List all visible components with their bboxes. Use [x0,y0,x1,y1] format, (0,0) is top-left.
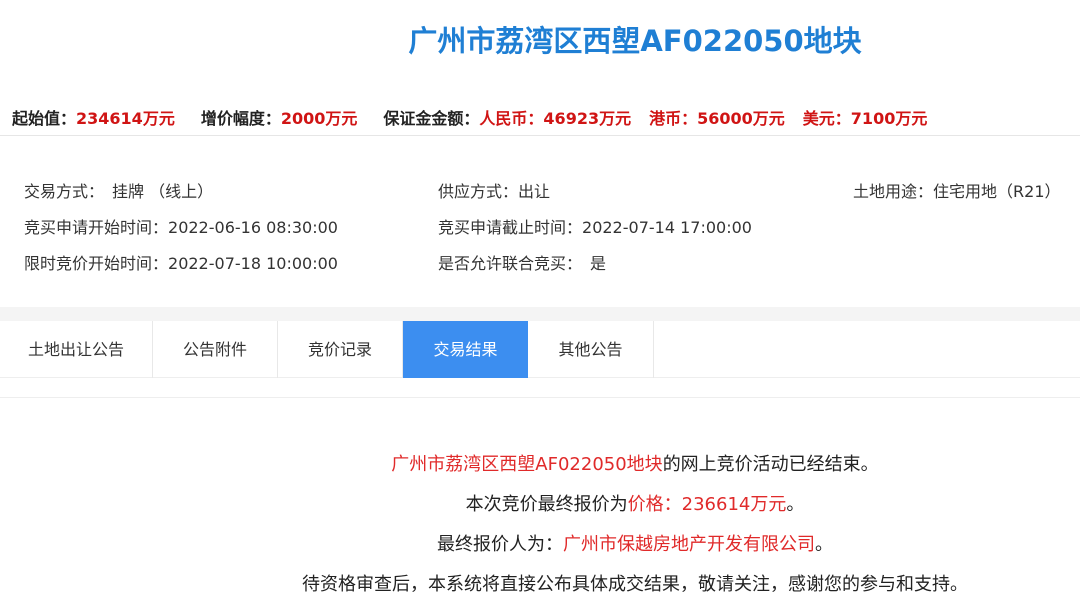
divider [0,397,1080,398]
trade-mode-value: 挂牌 （线上） [112,182,214,201]
supply-mode-label: 供应方式： [438,182,519,201]
price-summary-bar: 起始值： 234614万元 增价幅度： 2000万元 保证金金额： 人民币： 4… [12,104,1080,130]
deposit-usd-value: 7100万元 [850,109,928,128]
result-message: 广州市荔湾区西塱AF022050地块的网上竞价活动已经结束。 本次竞价最终报价为… [0,445,1080,605]
final-bidder: 广州市保越房地产开发有限公司 [563,534,815,555]
start-price: 起始值： 234614万元 [12,105,175,129]
apply-start: 竞买申请开始时间：2022-06-16 08:30:00 [24,216,338,240]
result-line-1-text: 的网上竞价活动已经结束。 [662,454,879,475]
tab-bar: 土地出让公告 公告附件 竞价记录 交易结果 其他公告 [0,321,1080,378]
final-price: 价格：236614万元 [627,494,787,515]
trade-mode: 交易方式： 挂牌 （线上） [24,180,213,204]
deposit-hkd: 港币： 56000万元 [649,105,785,129]
result-line-3: 最终报价人为：广州市保越房地产开发有限公司。 [0,525,1080,565]
increment: 增价幅度： 2000万元 [201,105,358,129]
deposit-rmb: 人民币： 46923万元 [479,105,631,129]
supply-mode: 供应方式：出让 [438,180,550,204]
result-line-4: 待资格审查后，本系统将直接公布具体成交结果，敬请关注，感谢您的参与和支持。 [302,574,968,595]
land-use-label: 土地用途： [853,182,934,201]
deposit-label: 保证金金额： [383,109,480,128]
apply-start-value: 2022-06-16 08:30:00 [168,218,338,237]
section-separator [0,307,1080,321]
land-use-value: 住宅用地（R21） [933,182,1061,201]
apply-end: 竞买申请截止时间：2022-07-14 17:00:00 [438,216,752,240]
joint-bid: 是否允许联合竞买： 是 [438,252,606,276]
deposit-hkd-label: 港币： [649,109,698,128]
bid-start-label: 限时竞价开始时间： [24,254,169,273]
deposit-hkd-value: 56000万元 [697,109,785,128]
apply-end-label: 竞买申请截止时间： [438,218,583,237]
tab-other-announcements[interactable]: 其他公告 [528,321,654,378]
supply-mode-value: 出让 [518,182,551,201]
bid-start: 限时竞价开始时间：2022-07-18 10:00:00 [24,252,338,276]
tab-trade-result[interactable]: 交易结果 [403,321,528,378]
joint-bid-value: 是 [590,254,607,273]
joint-bid-label: 是否允许联合竞买： [438,254,583,273]
tab-land-announcement[interactable]: 土地出让公告 [0,321,153,378]
apply-start-label: 竞买申请开始时间： [24,218,169,237]
tab-bid-records[interactable]: 竞价记录 [278,321,403,378]
page-title: 广州市荔湾区西塱AF022050地块 [408,24,862,58]
result-line-2-prefix: 本次竞价最终报价为 [465,494,628,515]
apply-end-value: 2022-07-14 17:00:00 [582,218,752,237]
deposit-usd-label: 美元： [802,109,851,128]
result-line-2-suffix: 。 [786,494,805,515]
result-line-3-prefix: 最终报价人为： [437,534,563,555]
deposit-rmb-label: 人民币： [479,109,544,128]
result-line-1: 广州市荔湾区西塱AF022050地块的网上竞价活动已经结束。 [0,445,1080,485]
increment-value: 2000万元 [280,109,358,128]
start-price-value: 234614万元 [76,109,175,128]
bid-start-value: 2022-07-18 10:00:00 [168,254,338,273]
result-line-2: 本次竞价最终报价为价格：236614万元。 [0,485,1080,525]
divider [0,135,1080,136]
land-use: 土地用途：住宅用地（R21） [853,180,1061,204]
result-parcel-name: 广州市荔湾区西塱AF022050地块 [391,454,663,475]
deposit-usd: 美元： 7100万元 [803,105,928,129]
trade-mode-label: 交易方式： [24,182,105,201]
deposit: 保证金金额： 人民币： 46923万元 港币： 56000万元 美元： 7100… [383,105,945,129]
increment-label: 增价幅度： [200,109,281,128]
deposit-rmb-value: 46923万元 [543,109,632,128]
tab-announcement-attachments[interactable]: 公告附件 [153,321,278,378]
start-price-label: 起始值： [12,109,77,128]
result-line-3-suffix: 。 [815,534,833,555]
